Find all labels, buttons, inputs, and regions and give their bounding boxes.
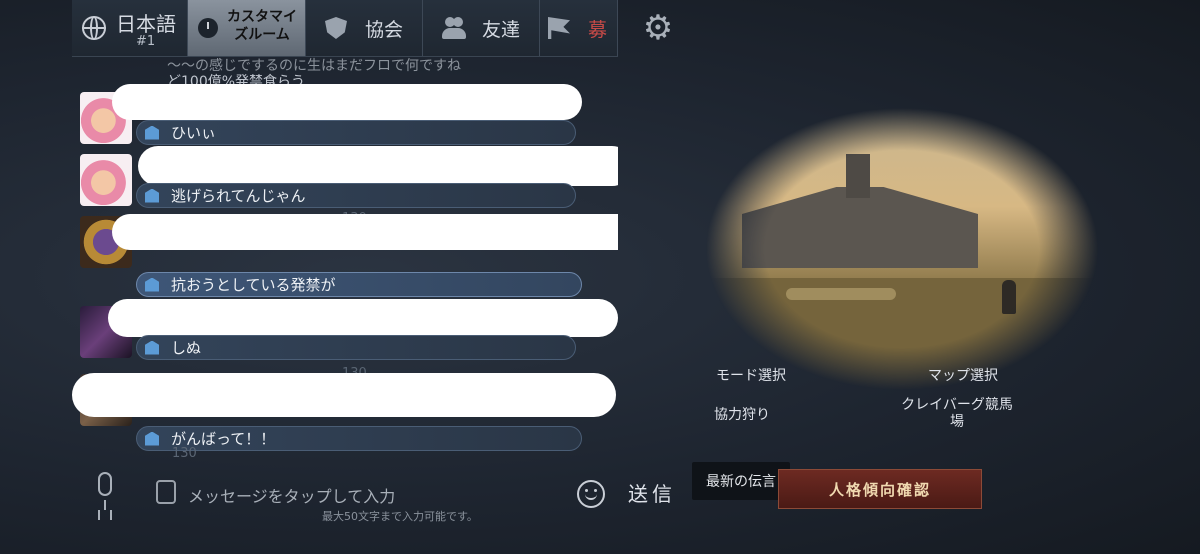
smiley-icon[interactable] [577, 480, 605, 508]
chat-message: しぬ [136, 335, 576, 360]
log-image [786, 288, 896, 300]
guild-badge-icon [145, 125, 159, 140]
mode-select-label: モード選択 [716, 368, 786, 384]
guild-badge-icon [145, 340, 159, 355]
tab-custom-room-label: カスタマイズルーム [227, 9, 297, 43]
guild-badge-icon [145, 431, 159, 446]
tab-recruit-label: 募 [588, 18, 608, 41]
redacted-name [138, 146, 618, 186]
avatar[interactable] [80, 154, 132, 206]
top-tab-bar: 日本語 #1 カスタマイズルーム 協会 友達 募 [72, 0, 618, 57]
message-text: ひいぃ [171, 124, 217, 142]
keyboard-icon [156, 480, 176, 504]
tab-guild[interactable]: 協会 [306, 0, 423, 56]
character-limit-hint: 最大50文字まで入力可能です。 [322, 510, 478, 523]
message-input[interactable]: メッセージをタップして入力 最大50文字まで入力可能です。 [150, 474, 574, 523]
tab-custom-room[interactable]: カスタマイズルーム [188, 0, 306, 56]
friends-icon [441, 17, 466, 39]
chat-message: がんばって！！ [136, 426, 582, 451]
redacted-name [112, 84, 582, 120]
send-button[interactable]: 送信 [628, 478, 676, 507]
gear-icon[interactable]: ⚙ [640, 10, 676, 46]
redacted-name [108, 299, 618, 337]
chat-message: 抗おうとしている発禁が [136, 272, 582, 297]
mode-select-button[interactable]: 協力狩り [714, 404, 770, 424]
redacted-name [112, 214, 618, 250]
cut-off-line: ～～の感じでするのに生はまだフロで何ですね [167, 58, 461, 74]
character-figure [1002, 280, 1016, 314]
map-select-label: マップ選択 [928, 368, 998, 384]
channel-number: #1 [136, 34, 156, 49]
language-label: 日本語 [116, 12, 176, 36]
flag-icon [548, 17, 570, 39]
chat-log[interactable]: ～～の感じでするのに生はまだフロで何ですね ど100億%発禁食らう ひいぃ 逃げ… [72, 56, 618, 460]
chat-message: ひいぃ [136, 120, 576, 145]
chat-message: 逃げられてんじゃん [136, 183, 576, 208]
message-text: 抗おうとしている発禁が [171, 276, 336, 294]
personality-check-button[interactable]: 人格傾向確認 [778, 469, 982, 509]
map-select-button[interactable]: クレイバーグ競馬場 [900, 397, 1014, 431]
guild-badge-icon [145, 277, 159, 292]
globe-icon [82, 16, 106, 40]
latest-message-tooltip: 最新の伝言 [692, 462, 790, 500]
tab-friends-label: 友達 [481, 18, 520, 41]
message-placeholder: メッセージをタップして入力 [188, 487, 396, 506]
mic-icon[interactable] [92, 470, 118, 514]
redacted-name [72, 373, 616, 417]
tab-recruit[interactable]: 募 [540, 0, 618, 56]
message-text: 逃げられてんじゃん [171, 187, 306, 205]
tab-friends[interactable]: 友達 [423, 0, 540, 56]
faint-number: 130 [172, 446, 197, 460]
map-preview [706, 108, 1098, 390]
message-text: しぬ [171, 339, 202, 357]
clock-icon [198, 18, 218, 38]
tab-guild-label: 協会 [364, 18, 403, 41]
language-tab[interactable]: 日本語 #1 [72, 0, 188, 56]
guild-badge-icon [145, 188, 159, 203]
shield-icon [324, 17, 347, 39]
tower-image [846, 154, 870, 198]
